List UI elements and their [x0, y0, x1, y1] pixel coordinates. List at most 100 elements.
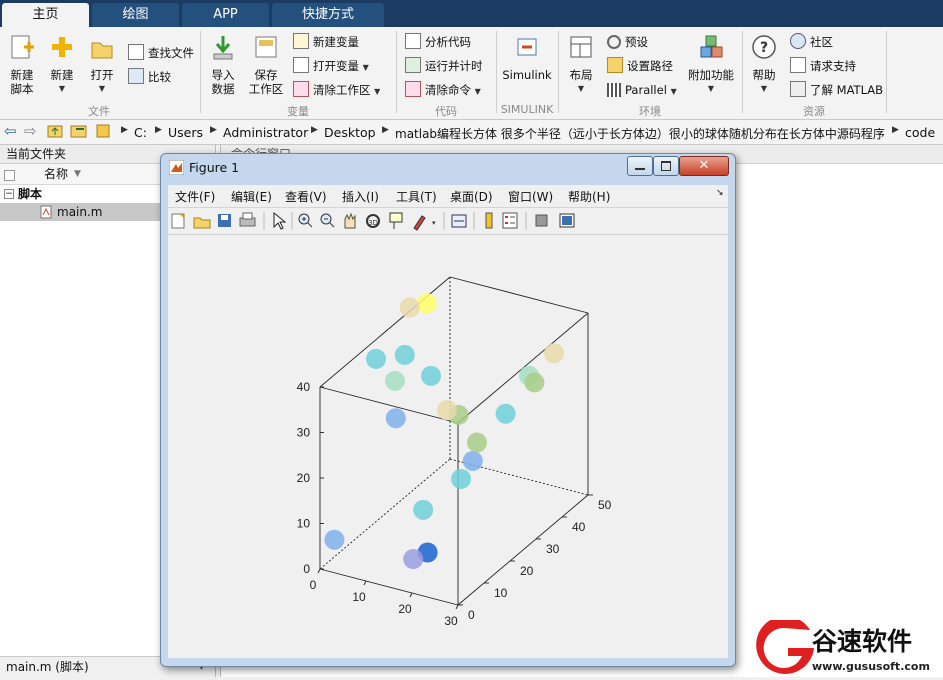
svg-text:谷速软件: 谷速软件	[812, 627, 912, 656]
scatter3-axes[interactable]: 0 10 20 30 40 0 10 20 30 0 10 20 30 40 50	[168, 235, 728, 658]
add-ons-button[interactable]: 附加功能 ▼	[686, 33, 736, 96]
scatter-point	[544, 343, 564, 364]
group-label-simulink: SIMULINK	[500, 103, 554, 116]
open-button[interactable]: 打开 ▼	[84, 33, 120, 96]
column-checkbox[interactable]	[4, 170, 15, 181]
compare-label: 比较	[148, 70, 171, 84]
figure-window[interactable]: Figure 1 ✕ 文件(F) 编辑(E) 查看(V) 插入(I) 工具(T)…	[160, 153, 736, 667]
svg-text:3D: 3D	[368, 219, 378, 227]
menu-edit[interactable]: 编辑(E)	[231, 188, 272, 205]
ribbon: 新建 脚本 新建 ▼ 打开 ▼ 查找文件 比较 文件 导入 数据 保存 工作区 …	[0, 27, 943, 120]
brush-icon[interactable]: ▾	[413, 215, 436, 231]
figure-canvas[interactable]: 0 10 20 30 40 0 10 20 30 0 10 20 30 40 50	[168, 235, 728, 658]
browse-folder-icon[interactable]	[70, 123, 88, 141]
path-segment[interactable]: Administrator	[223, 125, 308, 140]
menu-file[interactable]: 文件(F)	[175, 188, 215, 205]
simulink-button[interactable]: Simulink	[502, 33, 552, 82]
menu-window[interactable]: 窗口(W)	[508, 188, 553, 205]
up-folder-icon[interactable]	[47, 123, 63, 141]
path-segment[interactable]: C:	[134, 125, 147, 140]
path-segment[interactable]: Desktop	[324, 125, 376, 140]
gear-icon	[607, 35, 621, 49]
column-header-name[interactable]: 名称	[44, 164, 68, 184]
preferences-button[interactable]: 预设	[607, 33, 648, 51]
link-plot-icon[interactable]	[451, 214, 467, 228]
set-path-label: 设置路径	[627, 59, 673, 73]
save-icon[interactable]	[218, 214, 231, 227]
folder-open-icon	[91, 42, 113, 59]
maximize-button[interactable]	[653, 156, 679, 176]
menu-overflow-icon[interactable]: ↘	[716, 188, 724, 198]
back-arrow-icon[interactable]: ⇦	[4, 122, 17, 140]
menu-tools[interactable]: 工具(T)	[396, 188, 437, 205]
parallel-button[interactable]: Parallel ▼	[607, 81, 677, 99]
help-question-icon: ?	[752, 35, 776, 59]
run-and-time-button[interactable]: 运行并计时	[405, 57, 483, 75]
menu-insert[interactable]: 插入(I)	[342, 188, 379, 205]
path-segment[interactable]: Users	[168, 125, 203, 140]
new-figure-icon[interactable]	[171, 213, 185, 229]
menu-view[interactable]: 查看(V)	[285, 188, 327, 205]
help-button[interactable]: ? 帮助 ▼	[748, 33, 780, 96]
scatter-point	[436, 400, 457, 421]
help-label: 帮助	[752, 68, 776, 82]
legend-icon[interactable]	[502, 212, 518, 229]
collapse-icon[interactable]: −	[4, 189, 14, 199]
zoom-in-icon[interactable]	[298, 213, 313, 228]
tab-home[interactable]: 主页	[2, 3, 89, 27]
pan-hand-icon[interactable]	[344, 212, 356, 229]
y-tick-label: 0	[468, 608, 475, 622]
open-variable-button[interactable]: 打开变量 ▼	[293, 57, 369, 75]
group-label-variable: 变量	[287, 105, 309, 118]
new-button[interactable]: 新建 ▼	[44, 33, 80, 96]
new-variable-label: 新建变量	[313, 35, 359, 49]
data-cursor-icon[interactable]	[389, 212, 403, 229]
run-and-time-icon	[405, 57, 421, 73]
scatter-point	[399, 297, 420, 318]
scatter-point	[495, 403, 516, 424]
menu-help[interactable]: 帮助(H)	[568, 188, 610, 205]
community-people-icon	[790, 33, 806, 49]
request-support-button[interactable]: 请求支持	[790, 57, 856, 75]
show-plot-tools-icon[interactable]	[559, 213, 575, 228]
minimize-button[interactable]	[627, 156, 653, 176]
tab-plots[interactable]: 绘图	[92, 3, 179, 27]
import-arrow-icon	[213, 36, 233, 60]
import-data-button[interactable]: 导入 数据	[205, 33, 241, 96]
clear-workspace-button[interactable]: 清除工作区 ▼	[293, 81, 380, 99]
separator	[558, 31, 559, 113]
find-files-button[interactable]: 查找文件	[128, 44, 194, 62]
chevron-down-icon: ▼	[58, 84, 66, 93]
set-path-button[interactable]: 设置路径	[607, 57, 673, 75]
forward-arrow-icon[interactable]: ⇨	[24, 122, 37, 140]
learn-matlab-button[interactable]: 了解 MATLAB	[790, 81, 883, 99]
y-axis-line	[457, 494, 589, 606]
address-bar: ⇦ ⇨ ▶ C: ▶ Users ▶ Administrator ▶ Deskt…	[0, 120, 943, 145]
clear-commands-button[interactable]: 清除命令 ▼	[405, 81, 481, 99]
tab-apps[interactable]: APP	[182, 3, 269, 27]
save-workspace-button[interactable]: 保存 工作区	[246, 33, 286, 96]
menu-desktop[interactable]: 桌面(D)	[450, 188, 493, 205]
clear-workspace-icon	[293, 81, 309, 97]
close-button[interactable]: ✕	[679, 156, 729, 176]
rotate-3d-icon[interactable]: 3D	[366, 214, 380, 228]
arrow-select-icon[interactable]	[273, 211, 287, 230]
compare-button[interactable]: 比较	[128, 68, 171, 86]
open-file-icon[interactable]	[193, 217, 211, 229]
y-tick-label: 30	[546, 542, 560, 556]
path-segment[interactable]: matlab编程长方体 很多个半径（远小于长方体边）很小的球体随机分布在长方体中…	[395, 125, 885, 142]
print-icon[interactable]	[239, 212, 256, 227]
hide-plot-tools-icon[interactable]	[535, 214, 548, 227]
analyze-code-button[interactable]: 分析代码	[405, 33, 471, 51]
new-variable-button[interactable]: 新建变量	[293, 33, 359, 51]
community-button[interactable]: 社区	[790, 33, 833, 51]
new-script-button[interactable]: 新建 脚本	[4, 33, 40, 96]
toolstrip-tabs: 主页 绘图 APP 快捷方式	[0, 0, 943, 27]
chevron-down-icon: ▼	[577, 84, 585, 93]
path-segment[interactable]: code	[905, 125, 935, 140]
figure-title-bar[interactable]: Figure 1 ✕	[161, 154, 735, 182]
colorbar-icon[interactable]	[485, 212, 493, 229]
preferences-label: 预设	[625, 35, 648, 49]
tab-shortcuts[interactable]: 快捷方式	[272, 3, 384, 27]
layout-button[interactable]: 布局 ▼	[564, 33, 598, 96]
